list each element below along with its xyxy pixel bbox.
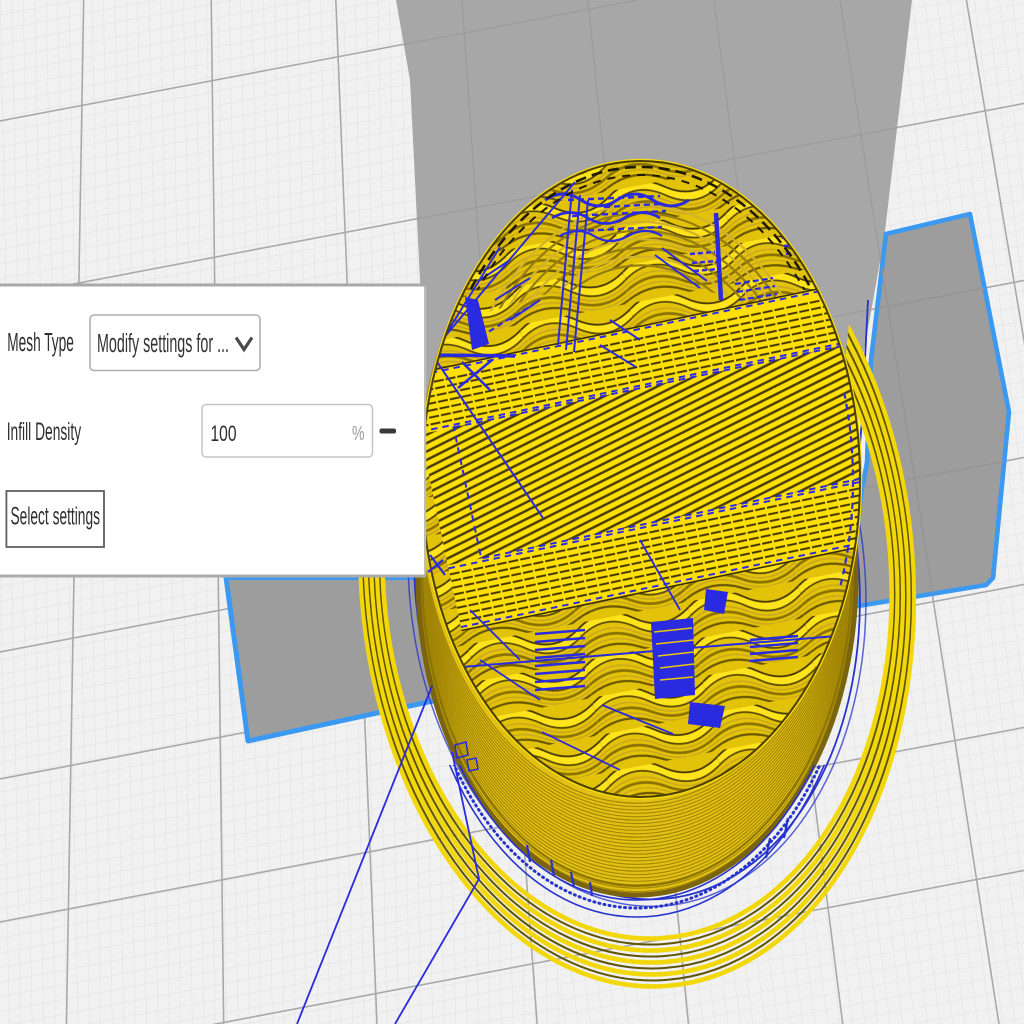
svg-text:Infill Density: Infill Density — [7, 418, 82, 446]
svg-text:Select settings: Select settings — [11, 503, 100, 531]
svg-text:%: % — [352, 423, 365, 445]
svg-text:Mesh Type: Mesh Type — [7, 329, 74, 357]
svg-text:Modify settings for ...: Modify settings for ... — [97, 330, 229, 358]
svg-text:100: 100 — [211, 421, 237, 446]
